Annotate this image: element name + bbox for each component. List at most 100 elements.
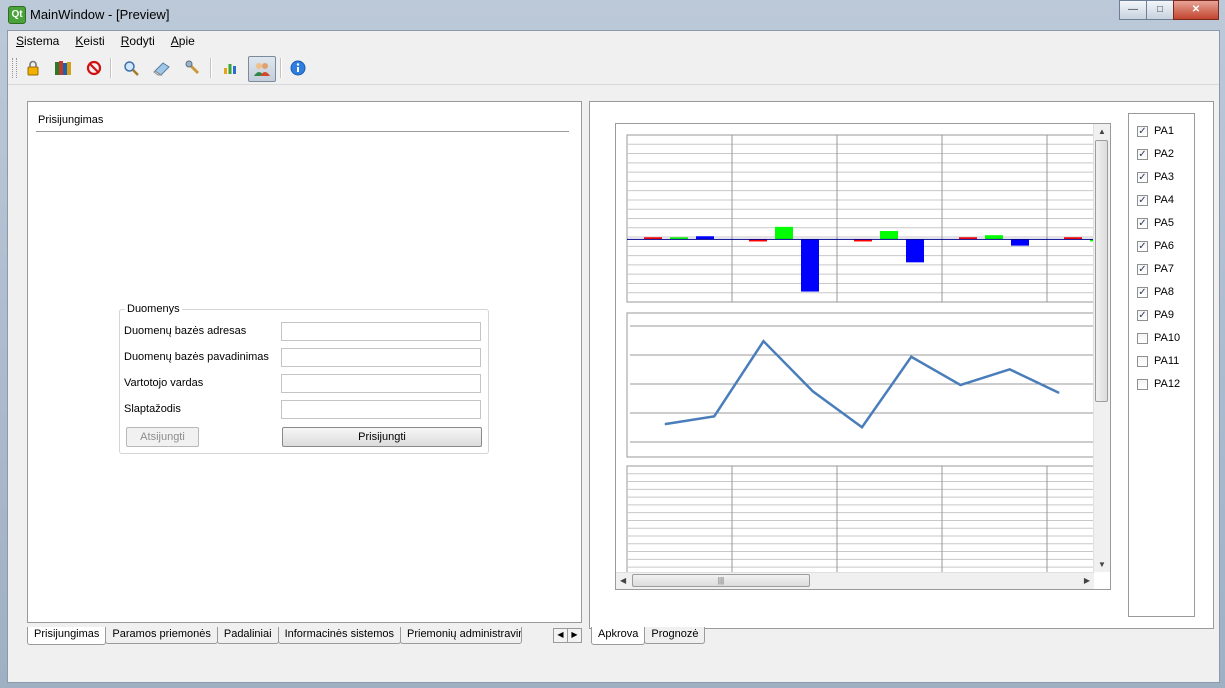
scroll-right-icon[interactable]: ▶ bbox=[1084, 576, 1090, 585]
legend-label: PA12 bbox=[1154, 378, 1181, 390]
eraser-icon[interactable] bbox=[149, 56, 175, 80]
toolbar-separator bbox=[110, 58, 112, 78]
menu-label: istema bbox=[24, 34, 60, 48]
scroll-left-icon[interactable]: ◀ bbox=[620, 576, 626, 585]
line-chart-point bbox=[713, 415, 715, 417]
legend-checkbox[interactable] bbox=[1137, 378, 1148, 390]
line-chart-point bbox=[960, 384, 961, 386]
menu-bar: Sistema Keisti Rodyti Apie bbox=[8, 31, 1219, 51]
horizontal-scroll-thumb[interactable]: ||| bbox=[632, 574, 810, 587]
info-icon[interactable] bbox=[285, 56, 311, 80]
stop-icon[interactable] bbox=[81, 56, 107, 80]
tab-scroll-right-icon[interactable]: ▶ bbox=[567, 628, 582, 643]
legend-item-pa1[interactable]: ✓ PA1 bbox=[1137, 125, 1174, 137]
tab-priemoniu-administravimas[interactable]: Priemonių administravim bbox=[400, 627, 522, 644]
tab-prisijungimas[interactable]: Prisijungimas bbox=[27, 627, 107, 645]
menu-label: odyti bbox=[129, 34, 155, 48]
username-input[interactable] bbox=[281, 374, 481, 393]
menu-accel: S bbox=[16, 34, 25, 48]
legend-checkbox[interactable]: ✓ bbox=[1137, 125, 1148, 137]
vertical-scroll-thumb[interactable] bbox=[1095, 140, 1108, 402]
bar-chart-icon[interactable] bbox=[217, 56, 243, 80]
disconnect-button[interactable]: Atsijungti bbox=[126, 427, 199, 447]
legend-checkbox[interactable]: ✓ bbox=[1137, 240, 1148, 252]
connect-button[interactable]: Prisijungti bbox=[282, 427, 482, 447]
vertical-scrollbar[interactable]: ▲ ▼ bbox=[1093, 124, 1110, 572]
tab-scroll-left-icon[interactable]: ◀ bbox=[553, 628, 568, 643]
wrench-icon[interactable] bbox=[180, 56, 206, 80]
legend-item-pa12[interactable]: PA12 bbox=[1137, 378, 1180, 390]
bar-chart-1-bar bbox=[985, 235, 1003, 240]
main-window: Qt MainWindow - [Preview] — □ ✕ Sistema … bbox=[0, 0, 1225, 688]
menu-accel: A bbox=[170, 34, 179, 48]
tab-apkrova[interactable]: Apkrova bbox=[591, 627, 646, 645]
legend-label: PA7 bbox=[1154, 263, 1174, 275]
legend-label: PA9 bbox=[1154, 309, 1174, 321]
right-tab-bar: Apkrova Prognozė bbox=[591, 627, 706, 645]
legend-item-pa7[interactable]: ✓ PA7 bbox=[1137, 263, 1174, 275]
menu-label: pie bbox=[178, 34, 195, 48]
legend-item-pa2[interactable]: ✓ PA2 bbox=[1137, 148, 1174, 160]
chart-canvas bbox=[616, 124, 1094, 572]
legend-checkbox[interactable]: ✓ bbox=[1137, 171, 1148, 183]
line-chart-point bbox=[664, 423, 666, 425]
toolbar-separator bbox=[280, 58, 282, 78]
legend-item-pa11[interactable]: PA11 bbox=[1137, 355, 1179, 367]
legend-item-pa10[interactable]: PA10 bbox=[1137, 332, 1180, 344]
minimize-icon[interactable]: — bbox=[1119, 0, 1147, 20]
db-name-input[interactable] bbox=[281, 348, 481, 367]
horizontal-scrollbar[interactable]: ◀ ||| ▶ bbox=[616, 572, 1094, 589]
legend-label: PA4 bbox=[1154, 194, 1174, 206]
scroll-up-icon[interactable]: ▲ bbox=[1098, 127, 1106, 136]
legend-label: PA5 bbox=[1154, 217, 1174, 229]
legend-checkbox[interactable]: ✓ bbox=[1137, 286, 1148, 298]
legend-label: PA8 bbox=[1154, 286, 1174, 298]
tab-paramos-priemones[interactable]: Paramos priemonės bbox=[105, 627, 218, 644]
splitter-handle[interactable] bbox=[582, 101, 586, 626]
tab-prognoze[interactable]: Prognozė bbox=[644, 627, 706, 644]
legend-item-pa9[interactable]: ✓ PA9 bbox=[1137, 309, 1174, 321]
books-icon[interactable] bbox=[50, 56, 76, 80]
legend-checkbox[interactable] bbox=[1137, 355, 1148, 367]
legend-checkbox[interactable]: ✓ bbox=[1137, 217, 1148, 229]
bar-chart-1-bar bbox=[1011, 239, 1029, 246]
lock-icon[interactable] bbox=[20, 56, 46, 80]
legend-checkbox[interactable] bbox=[1137, 332, 1148, 344]
password-input[interactable] bbox=[281, 400, 481, 419]
tab-informacines-sistemos[interactable]: Informacinės sistemos bbox=[277, 627, 401, 644]
close-icon[interactable]: ✕ bbox=[1173, 0, 1219, 20]
legend-item-pa8[interactable]: ✓ PA8 bbox=[1137, 286, 1174, 298]
menu-apie[interactable]: Apie bbox=[163, 31, 203, 51]
legend-item-pa5[interactable]: ✓ PA5 bbox=[1137, 217, 1174, 229]
menu-sistema[interactable]: Sistema bbox=[8, 31, 67, 51]
line-chart-point bbox=[1058, 392, 1060, 394]
legend-label: PA10 bbox=[1154, 332, 1181, 344]
legend-checkbox[interactable]: ✓ bbox=[1137, 194, 1148, 206]
toolbar-separator bbox=[210, 58, 212, 78]
legend-label: PA6 bbox=[1154, 240, 1174, 252]
line-chart-frame bbox=[626, 312, 1094, 458]
bar-chart-1-bar bbox=[880, 231, 898, 240]
db-address-input[interactable] bbox=[281, 322, 481, 341]
maximize-icon[interactable]: □ bbox=[1146, 0, 1174, 20]
legend-item-pa3[interactable]: ✓ PA3 bbox=[1137, 171, 1174, 183]
scroll-down-icon[interactable]: ▼ bbox=[1098, 560, 1106, 569]
toolbar bbox=[8, 52, 1219, 85]
tab-padaliniai[interactable]: Padaliniai bbox=[216, 627, 279, 644]
menu-rodyti[interactable]: Rodyti bbox=[113, 31, 163, 51]
db-address-label: Duomenų bazės adresas bbox=[124, 325, 247, 337]
chart-panel: ▲ ▼ ◀ ||| ▶ ✓ PA1 ✓ PA2 ✓ PA3 ✓ PA4 ✓ PA5 ✓ PA6 ✓ PA7… bbox=[589, 101, 1214, 629]
title-bar[interactable]: Qt MainWindow - [Preview] — □ ✕ bbox=[0, 0, 1225, 30]
legend-item-pa4[interactable]: ✓ PA4 bbox=[1137, 194, 1174, 206]
legend-checkbox[interactable]: ✓ bbox=[1137, 263, 1148, 275]
legend-checkbox[interactable]: ✓ bbox=[1137, 148, 1148, 160]
legend-label: PA1 bbox=[1154, 125, 1174, 137]
menu-keisti[interactable]: Keisti bbox=[67, 31, 112, 51]
line-chart-point bbox=[1009, 368, 1011, 370]
users-icon[interactable] bbox=[248, 56, 276, 82]
charts-svg bbox=[626, 134, 1094, 572]
legend-item-pa6[interactable]: ✓ PA6 bbox=[1137, 240, 1174, 252]
legend-checkbox[interactable]: ✓ bbox=[1137, 309, 1148, 321]
search-icon[interactable] bbox=[118, 56, 144, 80]
toolbar-handle[interactable] bbox=[12, 58, 17, 78]
